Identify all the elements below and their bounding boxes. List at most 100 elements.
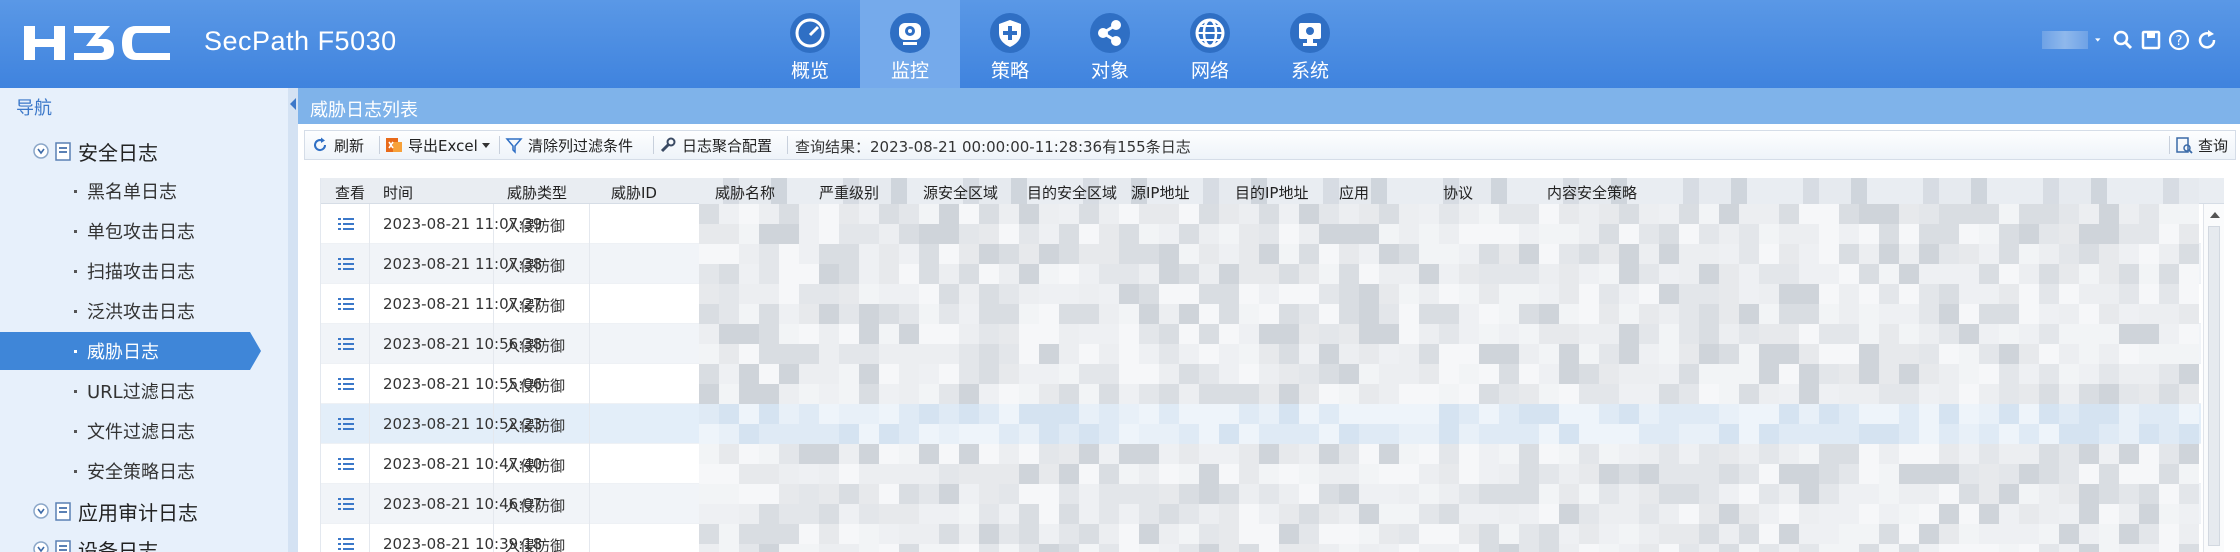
threat-log-table: 查看 时间 威胁类型 威胁ID 威胁名称 严重级别 源安全区域 目的安全区域 源… xyxy=(320,178,2224,552)
chevron-down-icon xyxy=(481,142,490,148)
column-header-src-ip[interactable]: 源IP地址 xyxy=(1131,182,1189,203)
collapse-toggle-icon[interactable] xyxy=(32,142,50,160)
column-header-severity[interactable]: 严重级别 xyxy=(819,182,879,203)
detail-list-icon[interactable] xyxy=(337,536,355,552)
bullet xyxy=(74,349,77,353)
chevron-down-icon[interactable] xyxy=(2094,27,2108,53)
toolbar: 刷新 导出Excel 清除列过滤条件 日志聚合配置 查询结果：2023-08-2… xyxy=(304,130,2236,160)
bullet xyxy=(74,189,77,193)
column-header-view[interactable]: 查看 xyxy=(335,182,365,203)
h3c-logo xyxy=(24,26,170,60)
sidebar-item-blacklist-log[interactable]: 黑名单日志 xyxy=(0,172,250,210)
nav-label: 网络 xyxy=(1190,60,1229,82)
nav-monitor[interactable]: 监控 xyxy=(860,0,960,88)
sidebar: 导航 安全日志 黑名单日志 单包攻击日志 扫描攻击日志 泛洪攻击日志 威胁日志 … xyxy=(0,88,290,552)
sidebar-item-label: URL过滤日志 xyxy=(87,382,195,403)
detail-list-icon[interactable] xyxy=(337,376,355,392)
panel-header: 威胁日志列表 xyxy=(298,88,2240,124)
sidebar-group-device-log[interactable]: 设备日志 xyxy=(32,532,282,552)
query-result-text: 查询结果：2023-08-21 00:00:00-11:28:36有155条日志 xyxy=(795,138,1191,156)
scroll-up-arrow-icon[interactable] xyxy=(2210,212,2220,218)
column-header-application[interactable]: 应用 xyxy=(1339,182,1369,203)
aggregate-label: 日志聚合配置 xyxy=(682,136,773,155)
column-header-protocol[interactable]: 协议 xyxy=(1443,182,1473,203)
nav-system[interactable]: 系统 xyxy=(1260,0,1360,88)
sidebar-item-label: 文件过滤日志 xyxy=(87,422,195,443)
column-header-time[interactable]: 时间 xyxy=(383,182,413,203)
app-window: SecPath F5030 概览 监控 策略 对象 网络 系统 ? 导航 安全日… xyxy=(0,0,2240,552)
sidebar-item-label: 黑名单日志 xyxy=(87,182,177,203)
detail-list-icon[interactable] xyxy=(337,456,355,472)
query-button[interactable]: 查询 xyxy=(2175,131,2228,159)
globe-icon xyxy=(1190,13,1230,53)
help-icon[interactable]: ? xyxy=(2166,27,2192,53)
refresh-icon[interactable] xyxy=(2194,27,2220,53)
column-header-content-policy[interactable]: 内容安全策略 xyxy=(1547,182,1637,203)
redacted-data-area xyxy=(699,204,2199,552)
sidebar-item-file-filter-log[interactable]: 文件过滤日志 xyxy=(0,412,250,450)
table-header: 查看 时间 威胁类型 威胁ID 威胁名称 严重级别 源安全区域 目的安全区域 源… xyxy=(321,178,2224,204)
collapse-toggle-icon[interactable] xyxy=(32,540,50,552)
nav-overview[interactable]: 概览 xyxy=(760,0,860,88)
sidebar-item-flood-attack-log[interactable]: 泛洪攻击日志 xyxy=(0,292,250,330)
refresh-button[interactable]: 刷新 xyxy=(311,131,364,159)
column-header-threat-name[interactable]: 威胁名称 xyxy=(715,182,775,203)
document-folder-icon xyxy=(55,502,71,521)
bullet xyxy=(74,309,77,313)
log-aggregation-config-button[interactable]: 日志聚合配置 xyxy=(659,131,772,159)
document-folder-icon xyxy=(55,540,71,552)
detail-list-icon[interactable] xyxy=(337,216,355,232)
nav-policy[interactable]: 策略 xyxy=(960,0,1060,88)
cell-threat-type: 入侵防御 xyxy=(505,457,566,475)
save-icon[interactable] xyxy=(2138,27,2164,53)
nav-label: 监控 xyxy=(890,60,929,82)
vertical-scrollbar[interactable] xyxy=(2203,204,2224,552)
system-monitor-icon xyxy=(1290,13,1330,53)
sidebar-item-label: 威胁日志 xyxy=(87,342,159,363)
scrollbar-thumb[interactable] xyxy=(2208,226,2220,546)
cell-threat-type: 入侵防御 xyxy=(505,417,566,435)
toolbar-divider xyxy=(2169,136,2170,154)
sidebar-group-app-audit-log[interactable]: 应用审计日志 xyxy=(32,494,282,528)
column-header-threat-id[interactable]: 威胁ID xyxy=(611,182,657,203)
column-divider xyxy=(369,204,370,552)
collapse-arrow-icon[interactable] xyxy=(290,98,296,110)
sidebar-item-threat-log[interactable]: 威胁日志 xyxy=(0,332,261,370)
nav-label: 对象 xyxy=(1090,60,1129,82)
nav-object[interactable]: 对象 xyxy=(1060,0,1160,88)
cell-threat-type: 入侵防御 xyxy=(505,537,566,552)
nav-label: 概览 xyxy=(790,60,829,82)
detail-list-icon[interactable] xyxy=(337,256,355,272)
sidebar-collapse-splitter[interactable] xyxy=(288,88,298,552)
wrench-icon xyxy=(660,137,676,153)
main-nav: 概览 监控 策略 对象 网络 系统 xyxy=(760,0,1360,88)
bullet xyxy=(74,429,77,433)
bullet xyxy=(74,229,77,233)
sidebar-item-single-packet-attack-log[interactable]: 单包攻击日志 xyxy=(0,212,250,250)
bullet xyxy=(74,389,77,393)
sidebar-item-url-filter-log[interactable]: URL过滤日志 xyxy=(0,372,250,410)
detail-list-icon[interactable] xyxy=(337,296,355,312)
export-excel-button[interactable]: 导出Excel xyxy=(385,131,490,159)
sidebar-group-security-log[interactable]: 安全日志 xyxy=(32,134,282,168)
sidebar-item-security-policy-log[interactable]: 安全策略日志 xyxy=(0,452,250,490)
column-header-threat-type[interactable]: 威胁类型 xyxy=(507,182,567,203)
detail-list-icon[interactable] xyxy=(337,496,355,512)
search-icon[interactable] xyxy=(2110,27,2136,53)
nav-network[interactable]: 网络 xyxy=(1160,0,1260,88)
refresh-label: 刷新 xyxy=(334,136,365,155)
column-header-src-zone[interactable]: 源安全区域 xyxy=(923,182,998,203)
collapse-toggle-icon[interactable] xyxy=(32,502,50,520)
detail-list-icon[interactable] xyxy=(337,336,355,352)
sidebar-item-scan-attack-log[interactable]: 扫描攻击日志 xyxy=(0,252,250,290)
svg-text:?: ? xyxy=(2176,34,2183,49)
user-menu[interactable] xyxy=(2042,31,2088,49)
clear-column-filter-button[interactable]: 清除列过滤条件 xyxy=(505,131,633,159)
cell-threat-type: 入侵防御 xyxy=(505,337,566,355)
column-header-dst-zone[interactable]: 目的安全区域 xyxy=(1027,182,1117,203)
column-divider xyxy=(493,204,494,552)
detail-list-icon[interactable] xyxy=(337,416,355,432)
cell-threat-type: 入侵防御 xyxy=(505,297,566,315)
nav-label: 策略 xyxy=(990,60,1029,82)
column-header-dst-ip[interactable]: 目的IP地址 xyxy=(1235,182,1308,203)
